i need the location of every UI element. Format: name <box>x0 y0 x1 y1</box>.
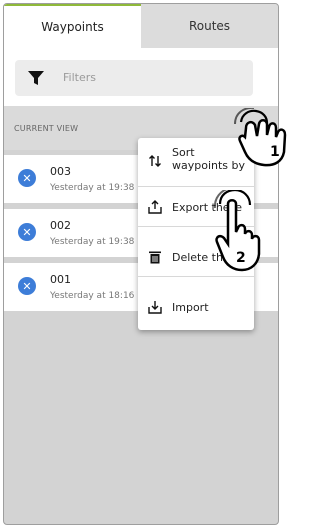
tab-routes[interactable]: Routes <box>141 4 278 48</box>
trash-icon <box>149 251 161 264</box>
waypoint-time: Yesterday at 19:38 <box>50 183 135 193</box>
filter-area: Filters <box>4 48 278 106</box>
close-circle-icon[interactable]: ✕ <box>18 277 36 295</box>
waypoint-time: Yesterday at 19:38 <box>50 237 135 247</box>
waypoint-name: 002 <box>50 219 71 232</box>
tab-waypoints[interactable]: Waypoints <box>4 4 141 48</box>
close-circle-icon[interactable]: ✕ <box>18 169 36 187</box>
export-icon <box>148 200 162 214</box>
waypoint-name: 003 <box>50 165 71 178</box>
waypoint-name: 001 <box>50 273 71 286</box>
callout-number: 2 <box>236 250 246 266</box>
tap-hand-icon: 2 <box>214 190 261 272</box>
menu-divider <box>138 186 254 187</box>
filter-button[interactable]: Filters <box>15 60 253 96</box>
funnel-icon <box>28 71 44 85</box>
tap-hand-icon: 1 <box>234 108 287 167</box>
tab-bar: Waypoints Routes <box>4 4 278 48</box>
waypoint-time: Yesterday at 18:16 <box>50 291 135 301</box>
callout-number: 1 <box>270 144 280 160</box>
menu-label-import: Import <box>172 301 209 314</box>
filter-placeholder: Filters <box>63 71 96 84</box>
close-circle-icon[interactable]: ✕ <box>18 223 36 241</box>
sort-icon <box>149 155 161 167</box>
menu-label-sort-1: Sort <box>172 146 195 159</box>
menu-divider <box>138 276 254 277</box>
section-label: CURRENT VIEW <box>14 124 79 133</box>
menu-item-import[interactable]: Import <box>138 292 254 322</box>
import-icon <box>148 301 162 314</box>
